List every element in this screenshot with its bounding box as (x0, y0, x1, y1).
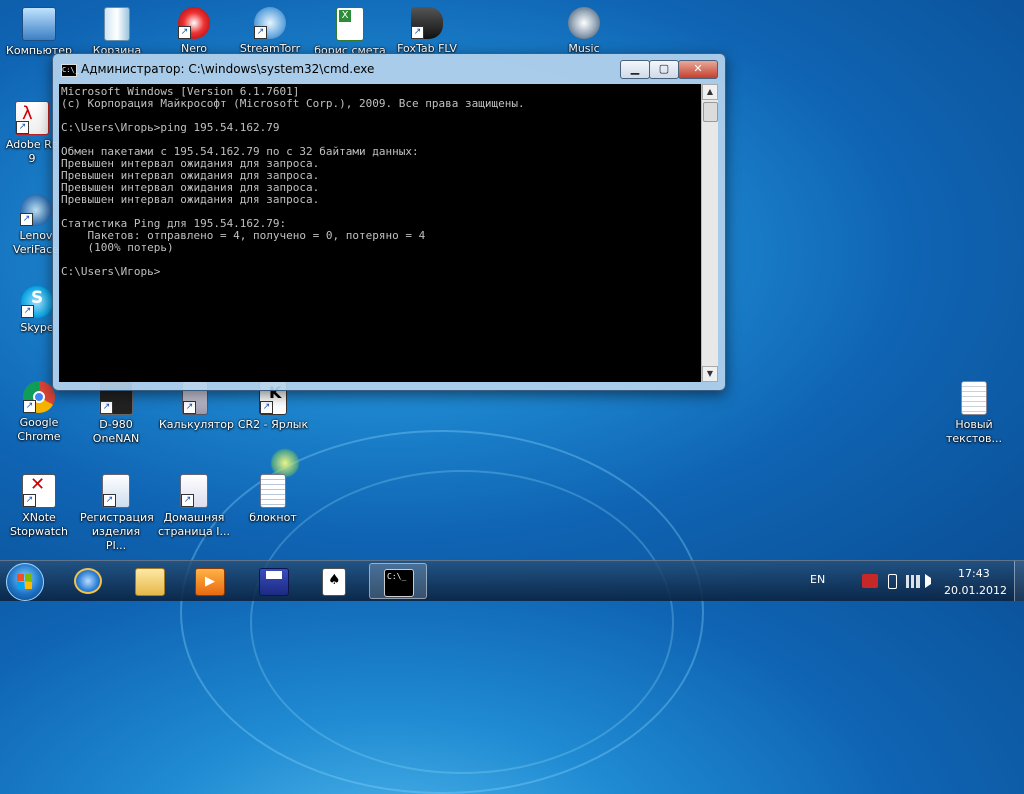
internet-explorer-icon (74, 568, 102, 594)
veriface-icon: ↗ (20, 194, 52, 226)
taskbar-save-app[interactable] (245, 563, 303, 599)
taskbar-internet-explorer[interactable] (60, 563, 118, 599)
skype-icon: S ↗ (21, 286, 53, 318)
console-output[interactable]: Microsoft Windows [Version 6.1.7601] (c) … (59, 84, 701, 382)
scroll-thumb[interactable] (703, 102, 718, 122)
maximize-icon: ▢ (658, 62, 670, 75)
desktop-icon-notepad[interactable]: блокнот (237, 474, 309, 525)
home-page-icon: ↗ (180, 474, 208, 508)
close-button[interactable]: ✕ (678, 60, 718, 79)
music-icon (568, 7, 600, 39)
desktop-icon-music[interactable]: Music (548, 7, 620, 56)
taskbar: ▶ ♠ C:\_ EN 17:43 20.01.2012 (0, 560, 1024, 601)
explorer-icon (135, 568, 165, 596)
desktop-icon-excel-file[interactable]: X борис смета (314, 7, 386, 58)
clock-date[interactable]: 20.01.2012 (944, 584, 1007, 597)
streamtorr-icon: ↗ (254, 7, 286, 39)
solitaire-icon: ♠ (322, 568, 346, 596)
close-icon: ✕ (693, 62, 703, 75)
show-desktop-button[interactable] (1014, 561, 1024, 601)
text-file-icon (961, 381, 987, 415)
desktop-icon-streamtorr[interactable]: ↗ StreamTorr (234, 7, 306, 56)
notepad-icon (260, 474, 286, 508)
scroll-up-icon[interactable]: ▲ (702, 84, 718, 100)
wallpaper-swirl (250, 470, 674, 774)
clock-time[interactable]: 17:43 (958, 567, 990, 580)
minimize-button[interactable]: ▁ (620, 60, 650, 79)
battery-icon[interactable] (888, 574, 897, 589)
tray-app-icon[interactable] (862, 574, 878, 588)
desktop-icon-product-registration[interactable]: ↗ Регистрация изделия PI... (80, 474, 154, 553)
volume-icon[interactable] (925, 574, 935, 588)
chrome-icon: ↗ (23, 381, 55, 413)
computer-icon (22, 7, 56, 41)
save-disk-icon (259, 568, 289, 596)
adobe-reader-icon: λ ↗ (15, 101, 49, 135)
desktop-icon-home-page[interactable]: ↗ Домашняя страница I... (158, 474, 230, 539)
desktop-icon-foxtab-flv[interactable]: ↗ FoxTab FLV (391, 7, 463, 56)
start-button[interactable] (6, 563, 44, 601)
desktop-icon-nero[interactable]: ↗ Nero (158, 7, 230, 56)
desktop-icon-recycle-bin[interactable]: Корзина (81, 7, 153, 58)
excel-file-icon: X (336, 7, 364, 41)
recycle-bin-icon (104, 7, 130, 41)
console-line: C:\Users\Игорь>ping 195.54.162.79 (61, 121, 280, 134)
taskbar-explorer[interactable] (121, 563, 179, 599)
language-indicator[interactable]: EN (810, 573, 825, 586)
scroll-down-icon[interactable]: ▼ (702, 366, 718, 382)
minimize-icon: ▁ (630, 62, 640, 75)
media-player-icon: ▶ (195, 568, 225, 596)
taskbar-media-player[interactable]: ▶ (181, 563, 239, 599)
stopwatch-icon: ✕ ↗ (22, 474, 56, 508)
cmd-icon-text: C:\_ (387, 572, 407, 581)
windows-logo-icon (17, 574, 33, 590)
taskbar-solitaire[interactable]: ♠ (308, 563, 366, 599)
registration-icon: ↗ (102, 474, 130, 508)
cmd-icon: C:\_ (384, 569, 414, 597)
console-line: Превышен интервал ожидания для запроса. (61, 193, 320, 206)
desktop-icon-xnote-stopwatch[interactable]: ✕ ↗ XNote Stopwatch (3, 474, 75, 539)
cmd-window-icon: C:\_ (61, 64, 79, 77)
console-line: C:\Users\Игорь> (61, 265, 161, 278)
network-icon[interactable] (906, 575, 920, 588)
vertical-scrollbar[interactable]: ▲ ▼ (701, 84, 718, 382)
console-line: (100% потерь) (61, 241, 174, 254)
taskbar-cmd[interactable]: C:\_ (369, 563, 427, 599)
cmd-window[interactable]: C:\_ Администратор: C:\windows\system32\… (52, 53, 726, 391)
speaker-icon: ↗ (411, 7, 443, 39)
desktop-icon-computer[interactable]: Компьютер (3, 7, 75, 58)
console-line: (c) Корпорация Майкрософт (Microsoft Cor… (61, 97, 525, 110)
maximize-button[interactable]: ▢ (649, 60, 679, 79)
nero-icon: ↗ (178, 7, 210, 39)
cmd-window-title: Администратор: C:\windows\system32\cmd.e… (81, 62, 375, 76)
cmd-titlebar[interactable]: C:\_ Администратор: C:\windows\system32\… (53, 54, 725, 84)
desktop-icon-new-text-file[interactable]: Новый текстов... (938, 381, 1010, 446)
